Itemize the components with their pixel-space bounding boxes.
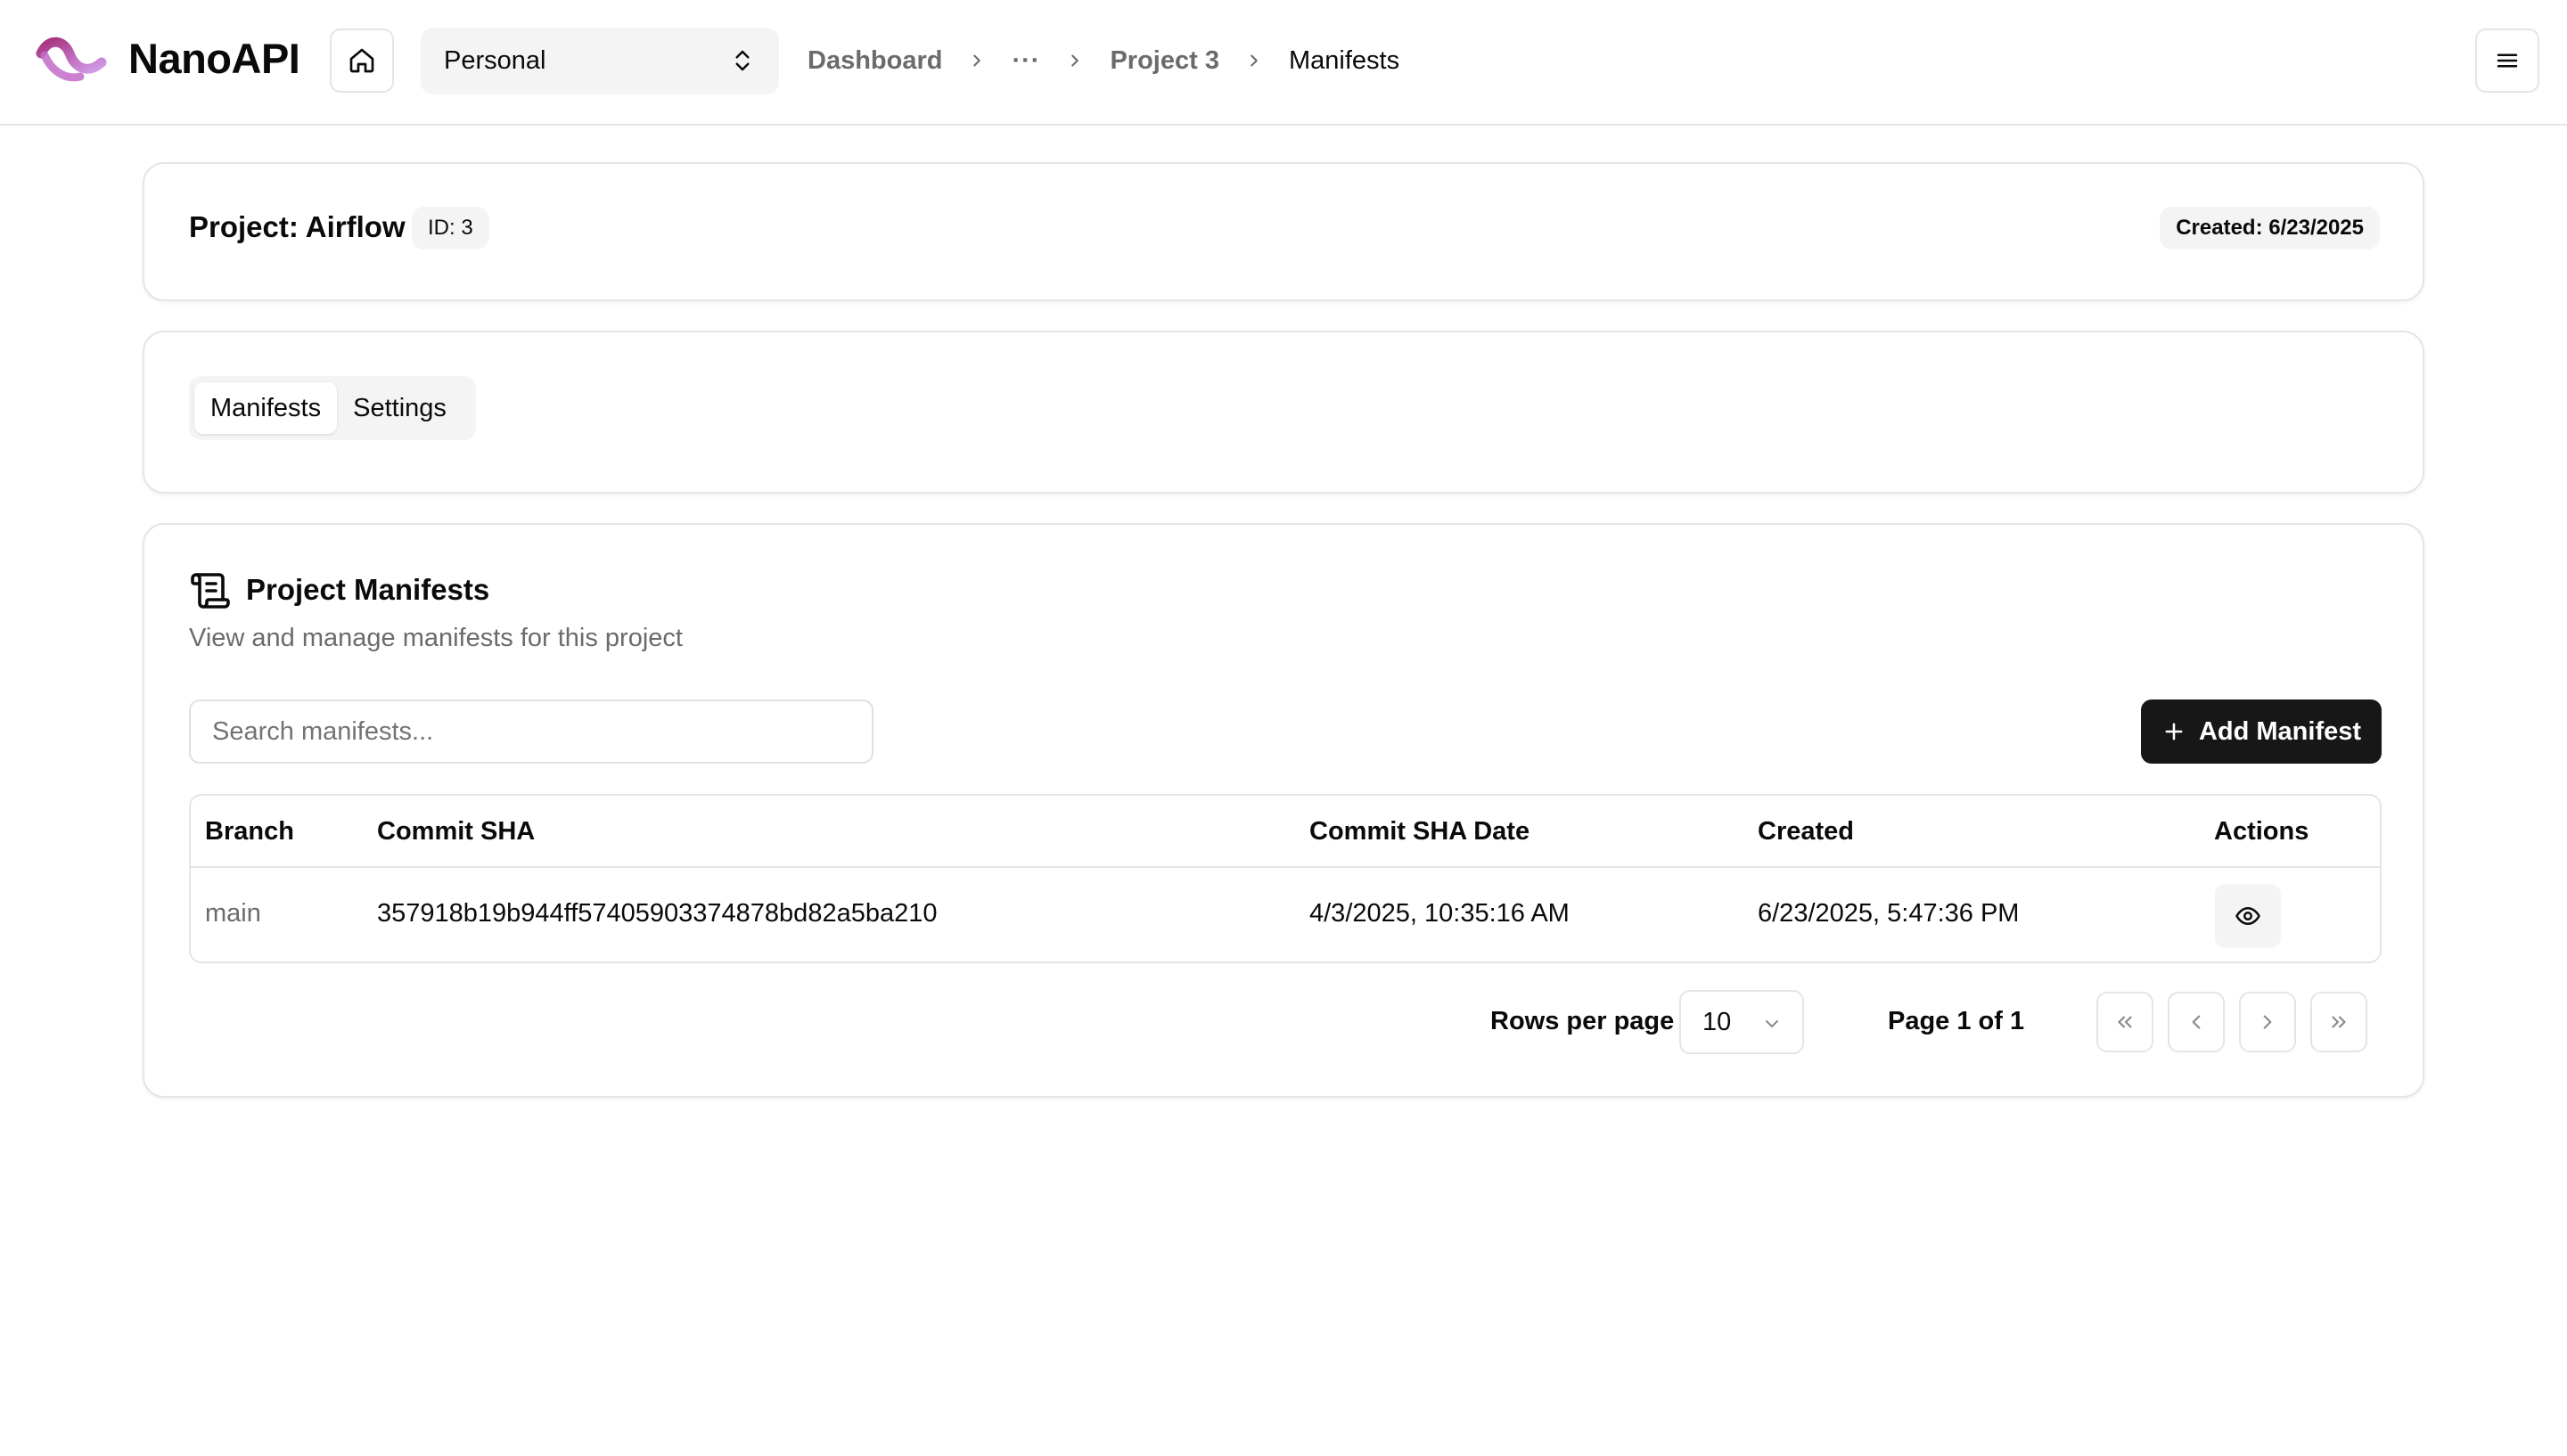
brand-name[interactable]: NanoAPI: [128, 34, 300, 83]
chevron-right-icon: [1063, 49, 1087, 72]
cell-commit-sha: 357918b19b944ff57405903374878bd82a5ba210: [377, 899, 938, 928]
previous-page-button[interactable]: [2168, 992, 2225, 1052]
last-page-button[interactable]: [2310, 992, 2367, 1052]
home-icon: [349, 48, 374, 73]
manifests-table: Branch Commit SHA Commit SHA Date Create…: [189, 794, 2382, 963]
menu-icon: [2497, 53, 2518, 68]
tab-list: Manifests Settings: [189, 376, 476, 440]
project-manifests-card: Project Manifests View and manage manife…: [143, 523, 2424, 1098]
manifests-section-description: View and manage manifests for this proje…: [189, 624, 683, 652]
add-manifest-label: Add Manifest: [2198, 716, 2362, 746]
table-row: main 357918b19b944ff57405903374878bd82a5…: [191, 868, 2380, 961]
plus-icon: [2165, 723, 2183, 740]
eye-icon: [2235, 907, 2260, 925]
first-page-button[interactable]: [2096, 992, 2153, 1052]
top-navbar: NanoAPI Personal Dashboard ··· Project 3…: [0, 0, 2567, 126]
next-page-button[interactable]: [2239, 992, 2296, 1052]
view-manifest-button[interactable]: [2215, 884, 2281, 948]
project-id-badge: ID: 3: [412, 207, 489, 249]
tab-manifests[interactable]: Manifests: [194, 382, 338, 434]
breadcrumb: Dashboard ··· Project 3 Manifests: [808, 41, 1399, 80]
column-header-actions: Actions: [2214, 817, 2309, 846]
organization-selector[interactable]: Personal: [421, 28, 779, 94]
chevron-right-icon: [2263, 1015, 2272, 1029]
home-button[interactable]: [330, 29, 394, 93]
chevrons-right-icon: [2332, 1016, 2346, 1028]
organization-selector-value: Personal: [444, 46, 546, 75]
project-created-badge: Created: 6/23/2025: [2160, 207, 2380, 249]
project-info-card: Project: Airflow ID: 3 Created: 6/23/202…: [143, 162, 2424, 301]
breadcrumb-current: Manifests: [1288, 45, 1400, 75]
chevron-down-icon: [1766, 1020, 1778, 1027]
cell-commit-sha-date: 4/3/2025, 10:35:16 AM: [1309, 899, 1570, 928]
project-title: Project: Airflow: [189, 210, 406, 243]
cell-created: 6/23/2025, 5:47:36 PM: [1758, 899, 2020, 928]
column-header-commit-sha: Commit SHA: [377, 817, 536, 846]
cell-branch: main: [205, 899, 261, 928]
page-indicator: Page 1 of 1: [1888, 1007, 2025, 1035]
search-manifests-input[interactable]: [189, 699, 873, 764]
column-header-branch: Branch: [205, 817, 294, 846]
tab-settings[interactable]: Settings: [337, 382, 463, 434]
table-header: Branch Commit SHA Commit SHA Date Create…: [191, 796, 2380, 868]
nanoapi-logo-icon[interactable]: [36, 36, 107, 86]
chevrons-left-icon: [2118, 1016, 2132, 1028]
rows-per-page-select[interactable]: 10: [1679, 990, 1804, 1054]
breadcrumb-ellipsis[interactable]: ···: [1012, 46, 1040, 76]
scroll-text-icon: [191, 573, 230, 609]
chevron-left-icon: [2192, 1015, 2201, 1029]
menu-button[interactable]: [2475, 29, 2539, 93]
column-header-commit-sha-date: Commit SHA Date: [1309, 817, 1530, 846]
chevron-right-icon: [965, 49, 988, 72]
breadcrumb-dashboard[interactable]: Dashboard: [808, 46, 942, 76]
rows-per-page-label: Rows per page: [1490, 1007, 1675, 1035]
breadcrumb-project[interactable]: Project 3: [1110, 46, 1219, 76]
column-header-created: Created: [1758, 817, 1854, 846]
chevrons-up-down-icon: [735, 50, 750, 71]
manifests-section-title: Project Manifests: [246, 573, 490, 606]
project-tabs-card: Manifests Settings: [143, 331, 2424, 494]
rows-per-page-value: 10: [1702, 1007, 1732, 1036]
add-manifest-button[interactable]: Add Manifest: [2141, 699, 2382, 764]
chevron-right-icon: [1242, 49, 1266, 72]
